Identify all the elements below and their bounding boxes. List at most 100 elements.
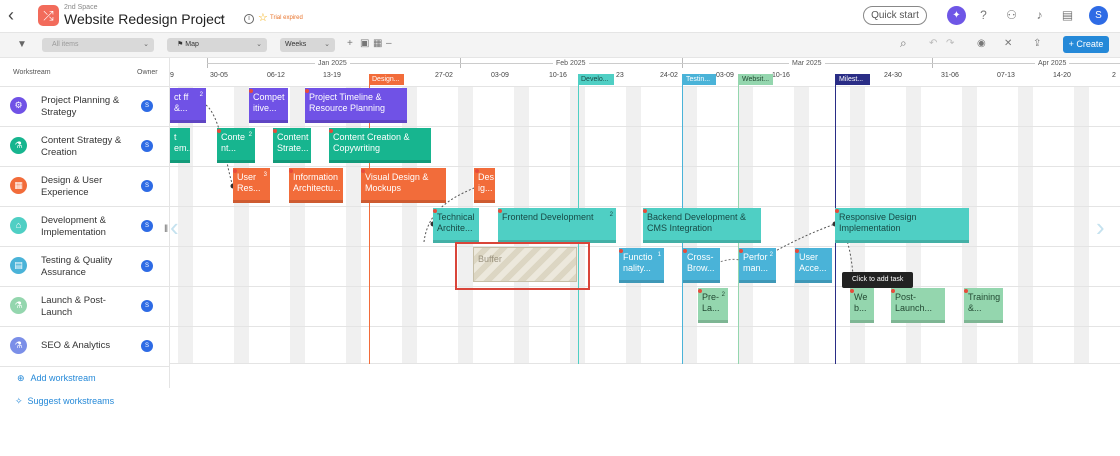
filter-value: All items xyxy=(52,41,79,48)
flask-icon: ⚗ xyxy=(10,297,27,314)
scroll-left-chevron-icon[interactable]: ‹ xyxy=(170,212,179,243)
task-label: Frontend Development xyxy=(502,212,594,222)
owner-avatar[interactable]: S xyxy=(141,220,153,232)
bell-icon[interactable]: ♪ xyxy=(1032,8,1047,23)
workstream-column-header: Workstream xyxy=(13,69,51,76)
info-icon[interactable]: i xyxy=(244,14,254,24)
back-arrow-icon[interactable]: ‹ xyxy=(8,6,24,24)
task-bar[interactable]: Project Timeline & Resource Planning xyxy=(305,88,407,123)
dependency-icon[interactable]: ▣ xyxy=(360,38,369,49)
add-user-icon[interactable]: ⚇ xyxy=(1004,8,1019,23)
calendar-icon[interactable]: ▦ xyxy=(373,38,382,49)
search-icon[interactable]: ⌕ xyxy=(900,36,907,51)
workstream-name: Launch & Post-Launch xyxy=(41,295,106,318)
owner-avatar[interactable]: S xyxy=(141,340,153,352)
task-bar[interactable]: ct ff &... 2 xyxy=(170,88,206,123)
task-bar[interactable]: Information Architectu... xyxy=(289,168,343,203)
task-bar[interactable]: Content Strate... xyxy=(273,128,311,163)
eye-icon[interactable]: ◉ xyxy=(977,38,986,49)
status-dot xyxy=(475,169,479,173)
status-dot xyxy=(217,129,221,133)
filter-icon[interactable]: ▼ xyxy=(17,39,27,50)
task-bar[interactable]: Conte nt... 2 xyxy=(217,128,255,163)
redo-icon[interactable]: ↷ xyxy=(946,38,954,49)
sparkle-icon[interactable]: ✦ xyxy=(947,6,966,25)
star-icon[interactable]: ☆ xyxy=(258,11,268,24)
task-bar[interactable]: Responsive Design Implementation xyxy=(835,208,969,243)
owner-avatar[interactable]: S xyxy=(141,260,153,272)
workstream-row[interactable]: ▦ Design & User Experience S xyxy=(0,167,170,207)
project-title[interactable]: Website Redesign Project xyxy=(64,11,225,27)
roadmap-timeline[interactable]: Jan 2025 Feb 2025 Mar 2025 Apr 2025 9 30… xyxy=(170,58,1120,364)
workstream-name: Development & Implementation xyxy=(41,215,106,238)
owner-column-header: Owner xyxy=(137,69,158,76)
task-bar[interactable]: Backend Development & CMS Integration xyxy=(643,208,761,243)
help-icon[interactable]: ? xyxy=(976,8,991,23)
status-dot xyxy=(329,129,333,133)
add-workstream-link[interactable]: ⊕ Add workstream xyxy=(17,373,96,384)
task-bar[interactable]: User Acce... xyxy=(795,248,832,283)
flask-icon: ⚗ xyxy=(10,337,27,354)
workstream-row[interactable]: ⚗ Launch & Post-Launch S xyxy=(0,287,170,327)
workstream-row[interactable]: ▤ Testing & Quality Assurance S xyxy=(0,247,170,287)
scroll-right-chevron-icon[interactable]: › xyxy=(1096,212,1105,243)
task-bar[interactable]: We b... xyxy=(850,288,874,323)
task-label: Content Strate... xyxy=(277,132,309,153)
task-bar[interactable]: Training &... xyxy=(964,288,1003,323)
workstream-row[interactable]: ⚗ Content Strategy & Creation S xyxy=(0,127,170,167)
task-label: Project Timeline & Resource Planning xyxy=(309,92,386,113)
scale-value: Weeks xyxy=(285,41,307,48)
owner-avatar[interactable]: S xyxy=(141,300,153,312)
view-select[interactable]: ⚑ Map ⌄ xyxy=(167,38,267,52)
task-bar[interactable]: Pre- La... 2 xyxy=(698,288,728,323)
task-bar[interactable]: t em... xyxy=(170,128,190,163)
add-icon[interactable]: + xyxy=(347,38,353,49)
chat-icon[interactable]: ▤ xyxy=(1060,8,1075,23)
task-bar[interactable]: User Res... 3 xyxy=(233,168,270,203)
task-label: Visual Design & Mockups xyxy=(365,172,429,193)
task-bar[interactable]: Content Creation & Copywriting xyxy=(329,128,431,163)
status-dot xyxy=(698,289,702,293)
task-label: Responsive Design Implementation xyxy=(839,212,917,233)
create-button[interactable]: + Create xyxy=(1063,36,1109,53)
task-bar[interactable]: Technical Archite... xyxy=(433,208,479,243)
status-dot xyxy=(305,89,309,93)
flask-icon: ⚗ xyxy=(10,137,27,154)
task-bar[interactable]: Compet itive... xyxy=(249,88,288,123)
undo-icon[interactable]: ↶ xyxy=(929,38,937,49)
task-bar[interactable]: Cross- Brow... xyxy=(683,248,720,283)
status-dot xyxy=(643,209,647,213)
task-bar[interactable]: Des ig... xyxy=(474,168,495,203)
status-dot xyxy=(361,169,365,173)
share-icon[interactable]: ⇪ xyxy=(1033,38,1041,49)
subtask-count: 2 xyxy=(721,292,725,298)
workstream-row[interactable]: ⌂ Development & Implementation S xyxy=(0,207,170,247)
subtask-count: 3 xyxy=(263,172,267,178)
tools-icon[interactable]: ✕ xyxy=(1004,38,1012,49)
task-bar[interactable]: Frontend Development 2 xyxy=(498,208,616,243)
owner-avatar[interactable]: S xyxy=(141,100,153,112)
task-label: Functio nality... xyxy=(623,252,653,273)
task-label: t em... xyxy=(174,132,190,153)
add-task-tooltip: Click to add task xyxy=(842,272,914,288)
task-bar[interactable]: Functio nality... 1 xyxy=(619,248,664,283)
filter-select[interactable]: All items ⌄ xyxy=(42,38,154,52)
chevron-down-icon[interactable]: ⌄ xyxy=(218,11,226,22)
more-icon[interactable]: ‒ xyxy=(386,38,392,49)
clipboard-icon: ▤ xyxy=(10,257,27,274)
status-dot xyxy=(891,289,895,293)
workstream-row[interactable]: ⚗ SEO & Analytics S xyxy=(0,327,170,367)
suggest-workstreams-link[interactable]: ✧ Suggest workstreams xyxy=(15,396,114,407)
quick-start-button[interactable]: Quick start xyxy=(863,6,927,25)
task-bar[interactable]: Perfor man... 2 xyxy=(739,248,776,283)
owner-avatar[interactable]: S xyxy=(141,140,153,152)
space-name: 2nd Space xyxy=(64,4,98,11)
scale-select[interactable]: Weeks ⌄ xyxy=(280,38,335,52)
task-bar[interactable]: Post- Launch... xyxy=(891,288,945,323)
workstream-row[interactable]: ⚙ Project Planning & Strategy S xyxy=(0,87,170,127)
owner-avatar[interactable]: S xyxy=(141,180,153,192)
user-avatar[interactable]: S xyxy=(1089,6,1108,25)
add-workstream-label: Add workstream xyxy=(30,373,96,383)
panel-resize-handle[interactable]: ‖ xyxy=(164,224,168,235)
task-bar[interactable]: Visual Design & Mockups xyxy=(361,168,446,203)
